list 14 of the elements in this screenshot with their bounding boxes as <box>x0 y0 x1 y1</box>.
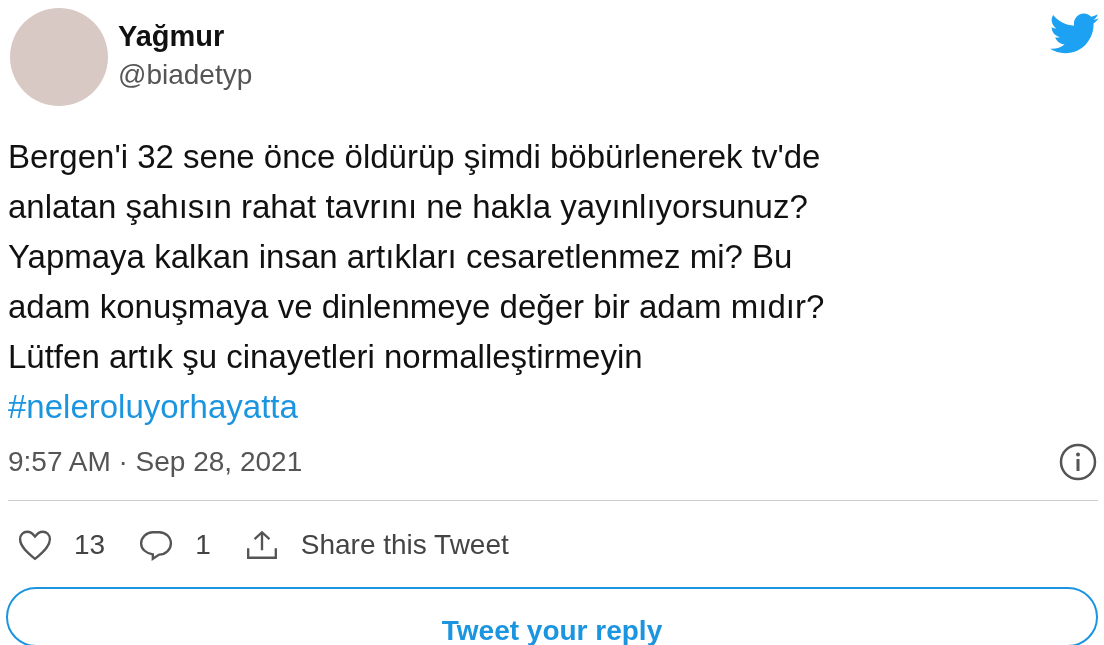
action-count: 1 <box>195 529 211 561</box>
heart-icon[interactable] <box>18 529 52 561</box>
bird-logo-icon <box>1050 13 1100 55</box>
share-icon[interactable] <box>244 529 279 561</box>
tweet-timestamp: 9:57 AM · Sep 28, 2021 <box>8 446 303 478</box>
share-label[interactable]: Share this Tweet <box>300 529 509 561</box>
author-handle: @biadetyp <box>118 59 253 91</box>
action-count: 13 <box>74 529 106 561</box>
reply-button[interactable]: Tweet your reply <box>6 587 1098 645</box>
author-name: Yağmur <box>118 20 226 53</box>
speech-bubble-icon[interactable] <box>139 529 174 561</box>
hashtag-link[interactable]: #neleroluyorhayatta <box>8 382 298 432</box>
tweet-text: Bergen'i 32 sene önce öldürüp şimdi böbürlenerek tv'de anlatan şahısın rahat tavrını ne hakla yayınlıyorsunuz? Yapmaya kalkan insan artıkları cesaretlenmez mi? Bu adam konuşmaya ve dinlenmeye değer bir adam mıdır? Lütfen artık şu cinayetleri normalleştirmeyin <box>8 137 826 377</box>
info-icon[interactable] <box>1058 442 1098 482</box>
